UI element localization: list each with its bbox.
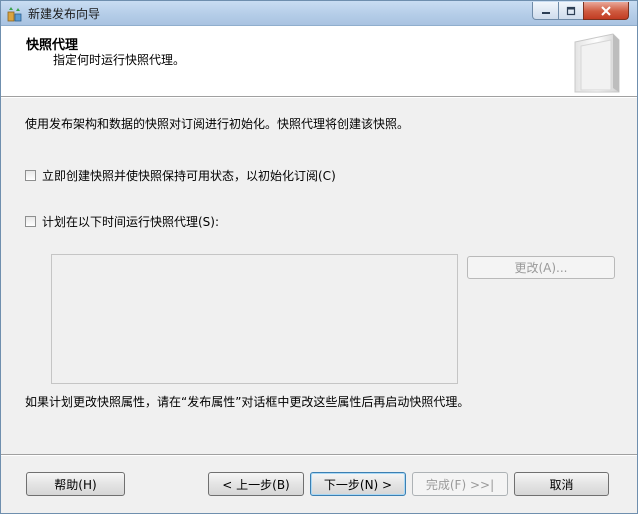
help-button[interactable]: 帮助(H) (26, 472, 125, 496)
minimize-button[interactable] (532, 2, 559, 20)
maximize-icon (566, 6, 576, 15)
immediate-snapshot-checkbox[interactable] (25, 170, 36, 181)
window-title: 新建发布向导 (28, 7, 101, 21)
title-bar[interactable]: 新建发布向导 (1, 1, 637, 26)
next-button[interactable]: 下一步(N) > (310, 472, 406, 496)
note-text: 如果计划更改快照属性，请在“发布属性”对话框中更改这些属性后再启动快照代理。 (25, 395, 470, 409)
schedule-snapshot-checkbox[interactable] (25, 216, 36, 227)
immediate-snapshot-label: 立即创建快照并使快照保持可用状态，以初始化订阅(C) (42, 169, 336, 183)
minimize-icon (541, 11, 550, 14)
schedule-description-box (51, 254, 458, 384)
schedule-snapshot-option[interactable]: 计划在以下时间运行快照代理(S): (25, 213, 219, 230)
back-button[interactable]: < 上一步(B) (208, 472, 304, 496)
header-separator (1, 97, 637, 98)
description-text: 使用发布架构和数据的快照对订阅进行初始化。快照代理将创建该快照。 (25, 117, 410, 131)
close-icon (601, 5, 611, 16)
finish-button[interactable]: 完成(F) >>| (412, 472, 508, 496)
immediate-snapshot-option[interactable]: 立即创建快照并使快照保持可用状态，以初始化订阅(C) (25, 167, 336, 184)
wizard-header: 快照代理 指定何时运行快照代理。 (1, 26, 637, 97)
close-button[interactable] (583, 2, 629, 20)
page-subtitle: 指定何时运行快照代理。 (53, 53, 186, 67)
wizard-app-icon (7, 7, 22, 22)
change-schedule-button[interactable]: 更改(A)... (467, 256, 615, 279)
cancel-button[interactable]: 取消 (514, 472, 609, 496)
wizard-banner-icon (574, 33, 620, 93)
schedule-snapshot-label: 计划在以下时间运行快照代理(S): (42, 215, 220, 229)
maximize-button[interactable] (558, 2, 584, 20)
wizard-window: 新建发布向导 快照代理 指定何时运行快照代理。 使用发布架构和数据的快照对订阅进… (0, 0, 638, 514)
